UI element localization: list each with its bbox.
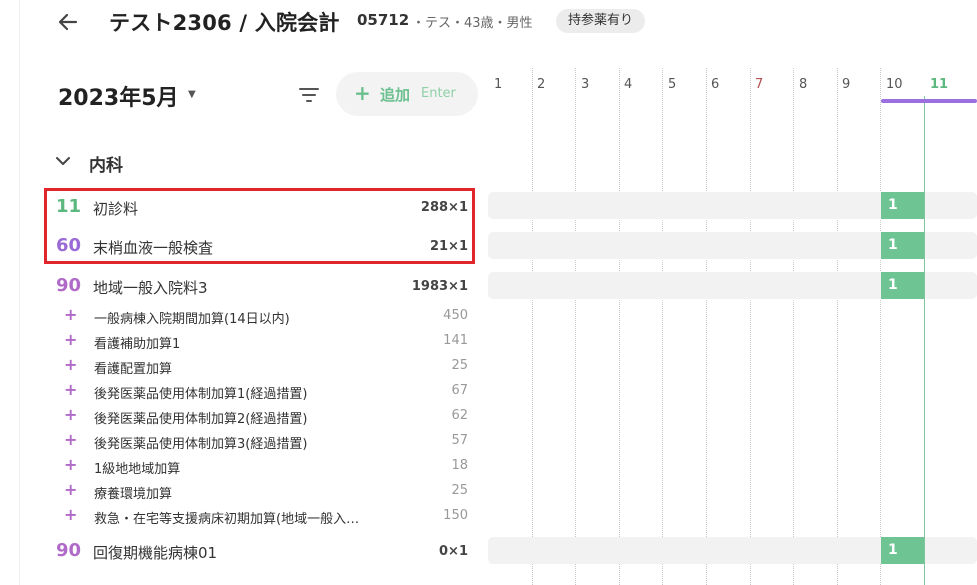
day-number[interactable]: 2	[537, 77, 545, 92]
day-gridline	[532, 68, 533, 585]
left-divider	[19, 0, 20, 585]
sub-item-name: 看護補助加算1	[94, 337, 181, 352]
sub-item-row[interactable]: + 一般病棟入院期間加算(14日以内) 450	[60, 305, 468, 327]
sub-item-value: 57	[451, 433, 468, 448]
plus-icon: +	[64, 505, 78, 524]
page-title: テスト2306 / 入院会計	[109, 11, 340, 35]
day-number[interactable]: 7	[755, 77, 763, 92]
day-number[interactable]: 4	[624, 77, 632, 92]
plus-icon: +	[64, 480, 78, 499]
cell-count: 1	[888, 277, 898, 293]
sub-item-name: 救急・在宅等支援病床初期加算(地域一般入…	[94, 512, 360, 527]
sub-item-row[interactable]: + 後発医薬品使用体制加算3(経過措置) 57	[60, 430, 468, 452]
sub-item-value: 62	[451, 408, 468, 423]
item-name: 末梢血液一般検査	[93, 239, 214, 257]
day-gridline	[706, 68, 707, 585]
item-name: 地域一般入院料3	[93, 279, 208, 297]
sub-item-name: 療養環境加算	[94, 487, 173, 502]
sub-item-name: 一般病棟入院期間加算(14日以内)	[94, 312, 290, 327]
day-gridline	[575, 68, 576, 585]
sub-item-name: 後発医薬品使用体制加算2(経過措置)	[94, 412, 308, 427]
day-number[interactable]: 9	[842, 77, 850, 92]
plus-icon: +	[64, 430, 78, 449]
item-name: 回復期機能病棟01	[93, 544, 218, 562]
day-gridline	[793, 68, 794, 585]
sub-item-value: 67	[451, 383, 468, 398]
item-row[interactable]: 11 初診料 288×1	[50, 194, 474, 224]
caret-down-icon[interactable]: ▼	[188, 89, 196, 100]
day-gridline	[662, 68, 663, 585]
day-number[interactable]: 3	[581, 77, 589, 92]
sub-item-value: 25	[451, 483, 468, 498]
cell-count: 1	[888, 197, 898, 213]
calendar-cell[interactable]: 1	[881, 192, 924, 219]
sub-item-name: 1級地地域加算	[94, 462, 181, 477]
add-button[interactable]: + 追加 Enter	[336, 72, 478, 116]
item-code: 90	[56, 275, 82, 296]
day-gridline	[837, 68, 838, 585]
sub-item-name: 後発医薬品使用体制加算1(経過措置)	[94, 387, 308, 402]
status-badge: 持参薬有り	[556, 9, 646, 33]
plus-icon: +	[64, 380, 78, 399]
sub-item-row[interactable]: + 看護配置加算 25	[60, 355, 468, 377]
day-number[interactable]: 6	[711, 77, 719, 92]
item-points: 0×1	[439, 544, 468, 559]
item-row[interactable]: 60 末梢血液一般検査 21×1	[50, 233, 474, 263]
sub-item-row[interactable]: + 救急・在宅等支援病床初期加算(地域一般入… 150	[60, 505, 468, 527]
item-name: 初診料	[93, 200, 139, 218]
plus-icon: +	[64, 405, 78, 424]
plus-icon: +	[64, 455, 78, 474]
back-arrow-icon[interactable]	[56, 10, 80, 34]
item-points: 288×1	[420, 200, 468, 215]
chevron-down-icon[interactable]	[55, 153, 71, 169]
item-row[interactable]: 90 地域一般入院料3 1983×1	[50, 273, 474, 303]
sub-item-value: 141	[443, 333, 468, 348]
item-code: 60	[56, 235, 82, 256]
section-title: 内科	[89, 156, 123, 176]
sub-item-row[interactable]: + 後発医薬品使用体制加算1(経過措置) 67	[60, 380, 468, 402]
item-points: 1983×1	[411, 279, 468, 294]
day-number[interactable]: 8	[799, 77, 807, 92]
add-shortcut-hint: Enter	[421, 86, 456, 101]
item-code: 11	[56, 196, 82, 217]
sub-item-value: 150	[443, 508, 468, 523]
sub-item-name: 看護配置加算	[94, 362, 173, 377]
today-line	[924, 96, 925, 585]
item-points: 21×1	[429, 239, 468, 254]
add-label: 追加	[380, 86, 411, 104]
plus-icon: +	[64, 330, 78, 349]
patient-id: 05712	[357, 11, 410, 29]
sub-item-value: 25	[451, 358, 468, 373]
selected-day-indicator	[881, 99, 977, 103]
item-row[interactable]: 90 回復期機能病棟01 0×1	[50, 538, 474, 568]
plus-icon: +	[64, 355, 78, 374]
day-number[interactable]: 5	[668, 77, 676, 92]
month-selector[interactable]: 2023年5月	[58, 80, 179, 112]
day-gridline	[880, 68, 881, 585]
day-number[interactable]: 10	[886, 77, 903, 92]
sub-item-row[interactable]: + 看護補助加算1 141	[60, 330, 468, 352]
filter-icon[interactable]	[297, 83, 321, 107]
sub-item-row[interactable]: + 療養環境加算 25	[60, 480, 468, 502]
calendar-cell[interactable]: 1	[881, 537, 924, 564]
sub-item-value: 450	[443, 308, 468, 323]
cell-count: 1	[888, 542, 898, 558]
plus-icon: +	[64, 305, 78, 324]
item-code: 90	[56, 540, 82, 561]
sub-item-row[interactable]: + 1級地地域加算 18	[60, 455, 468, 477]
sub-item-row[interactable]: + 後発医薬品使用体制加算2(経過措置) 62	[60, 405, 468, 427]
cell-count: 1	[888, 237, 898, 253]
sub-item-value: 18	[451, 458, 468, 473]
sub-item-name: 後発医薬品使用体制加算3(経過措置)	[94, 437, 308, 452]
patient-info: ・テス・43歳・男性	[412, 16, 533, 31]
day-gridline	[750, 68, 751, 585]
calendar-cell[interactable]: 1	[881, 232, 924, 259]
day-gridline	[619, 68, 620, 585]
day-number-today[interactable]: 11	[930, 77, 948, 92]
plus-icon: +	[354, 81, 371, 105]
calendar-cell[interactable]: 1	[881, 272, 924, 299]
day-number[interactable]: 1	[494, 77, 502, 92]
